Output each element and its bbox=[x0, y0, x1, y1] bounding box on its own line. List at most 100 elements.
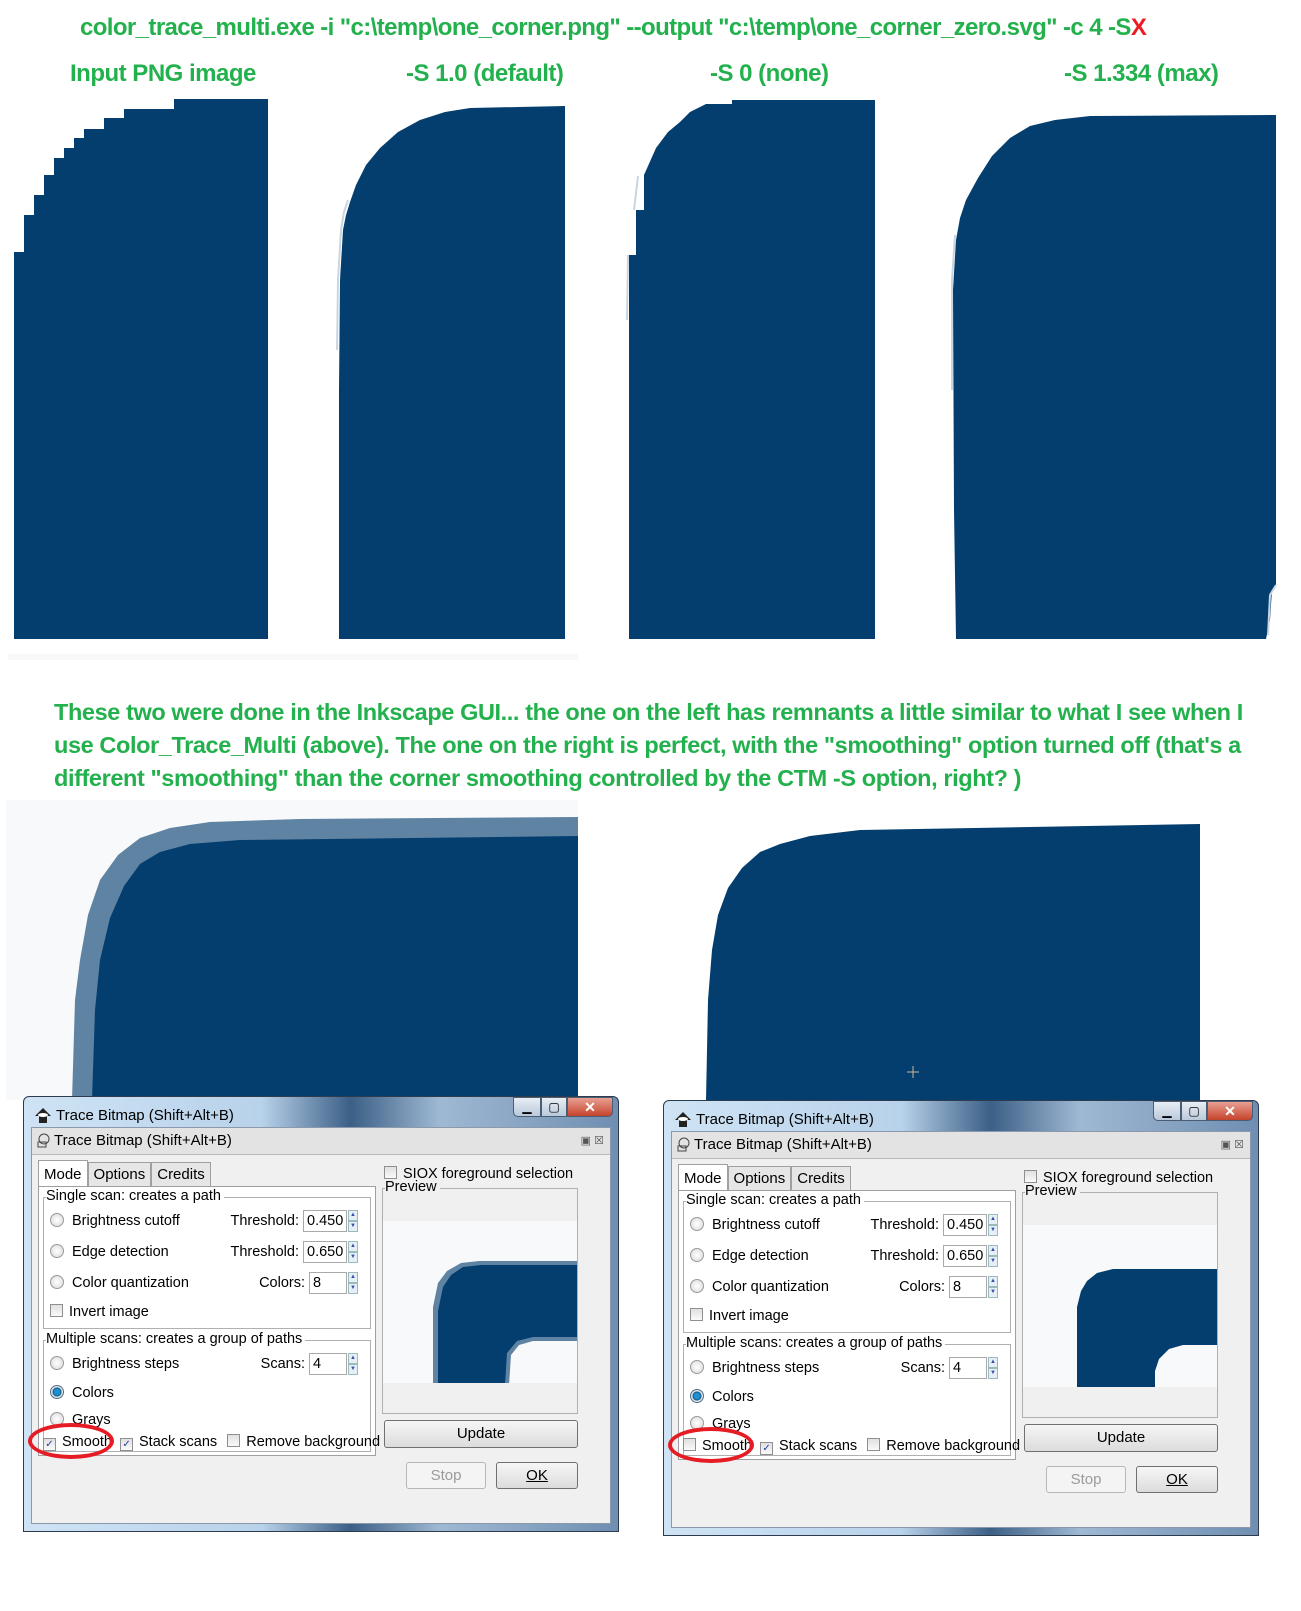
label-s-default: -S 1.0 (default) bbox=[406, 60, 564, 87]
edge-threshold-spinner[interactable]: ▲ ▼ bbox=[988, 1245, 998, 1267]
x-mark: X bbox=[1130, 14, 1147, 41]
input-png-shape bbox=[14, 99, 268, 639]
scans-spinner[interactable]: ▲ ▼ bbox=[348, 1353, 358, 1375]
colors-input[interactable]: 8 bbox=[949, 1276, 987, 1298]
stop-button[interactable]: Stop bbox=[1046, 1466, 1126, 1493]
inkscape-app-icon bbox=[675, 1112, 691, 1127]
edge-threshold-spinner[interactable]: ▲ ▼ bbox=[348, 1241, 358, 1263]
color-quantization-option[interactable]: Color quantization Colors: 8 ▲ ▼ bbox=[690, 1276, 1004, 1298]
invert-image-option[interactable]: Invert image bbox=[50, 1301, 364, 1323]
label-s-max: -S 1.334 (max) bbox=[1064, 60, 1219, 87]
smooth-highlight-circle bbox=[668, 1427, 754, 1463]
multi-scan-title: Multiple scans: creates a group of paths bbox=[686, 1335, 946, 1351]
maximize-button[interactable]: ▢ bbox=[1181, 1101, 1207, 1121]
panel-title: Trace Bitmap (Shift+Alt+B) bbox=[694, 1136, 872, 1153]
stop-button[interactable]: Stop bbox=[406, 1462, 486, 1489]
colors-input[interactable]: 8 bbox=[309, 1272, 347, 1294]
brightness-steps-option[interactable]: Brightness steps Scans: 4 ▲ ▼ bbox=[690, 1357, 1004, 1379]
minimize-button[interactable]: ▁ bbox=[1153, 1101, 1181, 1121]
color-quantization-radio[interactable] bbox=[690, 1279, 704, 1293]
colors-radio[interactable] bbox=[690, 1389, 704, 1403]
close-button[interactable]: ✕ bbox=[1207, 1101, 1253, 1121]
brightness-threshold-input[interactable]: 0.450 bbox=[303, 1210, 347, 1232]
invert-image-checkbox[interactable] bbox=[690, 1308, 703, 1321]
tab-options[interactable]: Options bbox=[87, 1162, 152, 1186]
tab-options[interactable]: Options bbox=[727, 1166, 792, 1190]
colors-option[interactable]: Colors bbox=[690, 1386, 1004, 1408]
inkscape-render-right-shape bbox=[706, 824, 1200, 1100]
preview-image bbox=[1077, 1269, 1217, 1387]
preview-image bbox=[433, 1261, 577, 1383]
colors-option[interactable]: Colors bbox=[50, 1382, 364, 1404]
dock-close-icon[interactable]: ☒ bbox=[1234, 1139, 1244, 1151]
explanatory-note: These two were done in the Inkscape GUI.… bbox=[54, 699, 1243, 791]
remove-background-label: Remove background bbox=[246, 1434, 381, 1450]
trace-bitmap-window-smooth-on: Trace Bitmap (Shift+Alt+B) ▁ ▢ ✕ Trace B… bbox=[23, 1096, 619, 1532]
trace-none-shape bbox=[629, 100, 875, 639]
scans-spinner[interactable]: ▲ ▼ bbox=[988, 1357, 998, 1379]
tab-mode[interactable]: Mode bbox=[678, 1164, 728, 1190]
brightness-threshold-spinner[interactable]: ▲ ▼ bbox=[988, 1214, 998, 1236]
ok-button[interactable]: OK bbox=[1136, 1466, 1218, 1493]
inkscape-render-left-shape bbox=[92, 836, 578, 1100]
color-quantization-option[interactable]: Color quantization Colors: 8 ▲ ▼ bbox=[50, 1272, 364, 1294]
brightness-cutoff-option[interactable]: Brightness cutoff Threshold: 0.450 ▲ ▼ bbox=[50, 1210, 364, 1232]
update-button[interactable]: Update bbox=[384, 1420, 578, 1448]
multi-scan-title: Multiple scans: creates a group of paths bbox=[46, 1331, 306, 1347]
stack-scans-label: Stack scans bbox=[139, 1434, 218, 1450]
maximize-button[interactable]: ▢ bbox=[541, 1097, 567, 1117]
brightness-threshold-spinner[interactable]: ▲ ▼ bbox=[348, 1210, 358, 1232]
scans-input[interactable]: 4 bbox=[949, 1357, 987, 1379]
mode-tab-content: Single scan: creates a path Brightness c… bbox=[678, 1190, 1020, 1460]
tab-credits[interactable]: Credits bbox=[151, 1162, 211, 1186]
trace-bitmap-icon bbox=[677, 1137, 690, 1152]
edge-detection-radio[interactable] bbox=[690, 1248, 704, 1262]
brightness-cutoff-option[interactable]: Brightness cutoff Threshold: 0.450 ▲ ▼ bbox=[690, 1214, 1004, 1236]
edge-detection-option[interactable]: Edge detection Threshold: 0.650 ▲ ▼ bbox=[690, 1245, 1004, 1267]
colors-spinner[interactable]: ▲ ▼ bbox=[348, 1272, 358, 1294]
window-title: Trace Bitmap (Shift+Alt+B) bbox=[56, 1107, 234, 1124]
edge-threshold-input[interactable]: 0.650 bbox=[303, 1241, 347, 1263]
edge-threshold-input[interactable]: 0.650 bbox=[943, 1245, 987, 1267]
remove-background-checkbox[interactable] bbox=[227, 1434, 241, 1447]
label-s-none: -S 0 (none) bbox=[710, 60, 829, 87]
brightness-cutoff-radio[interactable] bbox=[50, 1213, 64, 1227]
single-scan-title: Single scan: creates a path bbox=[686, 1192, 864, 1208]
brightness-steps-option[interactable]: Brightness steps Scans: 4 ▲ ▼ bbox=[50, 1353, 364, 1375]
dock-toggle-icon[interactable]: ▣ bbox=[581, 1135, 591, 1147]
panel-title: Trace Bitmap (Shift+Alt+B) bbox=[54, 1132, 232, 1149]
trace-default-shape bbox=[339, 106, 565, 639]
colors-radio[interactable] bbox=[50, 1385, 64, 1399]
trace-max-shape bbox=[953, 115, 1276, 639]
edge-detection-radio[interactable] bbox=[50, 1244, 64, 1258]
brightness-cutoff-radio[interactable] bbox=[690, 1217, 704, 1231]
stack-scans-checkbox[interactable]: ✓ bbox=[120, 1438, 134, 1451]
single-scan-group: Single scan: creates a path Brightness c… bbox=[683, 1192, 1011, 1333]
dock-toggle-icon[interactable]: ▣ bbox=[1221, 1139, 1231, 1151]
siox-checkbox[interactable] bbox=[384, 1166, 397, 1179]
close-button[interactable]: ✕ bbox=[567, 1097, 613, 1117]
update-button[interactable]: Update bbox=[1024, 1424, 1218, 1452]
minimize-button[interactable]: ▁ bbox=[513, 1097, 541, 1117]
invert-image-checkbox[interactable] bbox=[50, 1304, 63, 1317]
colors-spinner[interactable]: ▲ ▼ bbox=[988, 1276, 998, 1298]
color-quantization-radio[interactable] bbox=[50, 1275, 64, 1289]
brightness-steps-radio[interactable] bbox=[690, 1360, 704, 1374]
preview-shape bbox=[1077, 1269, 1217, 1387]
edge-detection-option[interactable]: Edge detection Threshold: 0.650 ▲ ▼ bbox=[50, 1241, 364, 1263]
siox-checkbox[interactable] bbox=[1024, 1170, 1037, 1183]
tab-mode[interactable]: Mode bbox=[38, 1160, 88, 1186]
tab-credits[interactable]: Credits bbox=[791, 1166, 851, 1190]
dialog-body: Trace Bitmap (Shift+Alt+B) ▣ ☒ Mode Opti… bbox=[31, 1127, 611, 1524]
preview-pane bbox=[1023, 1225, 1217, 1387]
preview-pane bbox=[383, 1221, 577, 1383]
dock-panel-header: Trace Bitmap (Shift+Alt+B) ▣ ☒ bbox=[32, 1128, 610, 1155]
brightness-threshold-input[interactable]: 0.450 bbox=[943, 1214, 987, 1236]
scans-input[interactable]: 4 bbox=[309, 1353, 347, 1375]
remove-background-checkbox[interactable] bbox=[867, 1438, 881, 1451]
brightness-steps-radio[interactable] bbox=[50, 1356, 64, 1370]
ok-button[interactable]: OK bbox=[496, 1462, 578, 1489]
invert-image-option[interactable]: Invert image bbox=[690, 1305, 1004, 1327]
dock-close-icon[interactable]: ☒ bbox=[594, 1135, 604, 1147]
stack-scans-checkbox[interactable]: ✓ bbox=[760, 1442, 774, 1455]
